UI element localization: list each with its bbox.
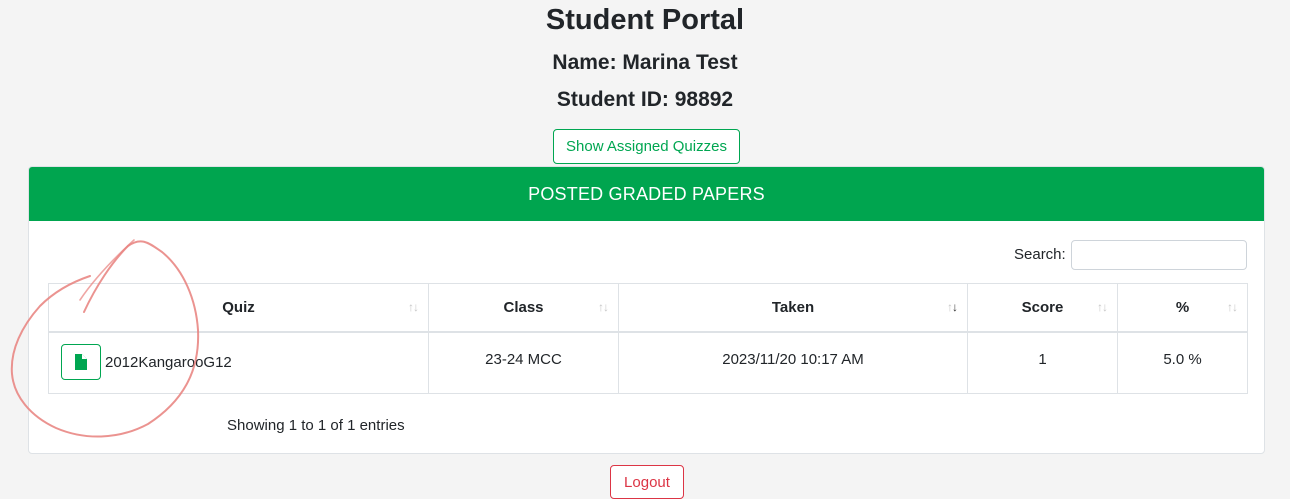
quiz-name: 2012KangarooG12 — [105, 353, 232, 371]
graded-papers-card: POSTED GRADED PAPERS Search: Quiz ↑↓ Cla… — [28, 166, 1265, 454]
column-header-label: % — [1175, 298, 1190, 316]
sort-arrows-icon: ↑↓ — [408, 300, 419, 315]
sort-arrows-icon: ↑↓ — [1097, 300, 1108, 315]
column-header-percent[interactable]: % ↑↓ — [1117, 283, 1248, 333]
search-input[interactable] — [1071, 240, 1247, 270]
class-cell: 23-24 MCC — [428, 331, 619, 394]
score-cell: 1 — [967, 331, 1118, 394]
page-title: Student Portal — [545, 4, 745, 36]
student-id: Student ID: 98892 — [556, 88, 734, 111]
sort-arrows-icon: ↑↓ — [598, 300, 609, 315]
column-header-label: Score — [1021, 298, 1064, 316]
card-header: POSTED GRADED PAPERS — [29, 167, 1264, 221]
column-header-taken[interactable]: Taken ↑↓ — [618, 283, 968, 333]
show-assigned-quizzes-button[interactable]: Show Assigned Quizzes — [553, 129, 740, 164]
table-header-row: Quiz ↑↓ Class ↑↓ Taken ↑↓ Score ↑↓ % ↑↓ — [48, 283, 1248, 333]
entries-info: Showing 1 to 1 of 1 entries — [227, 417, 405, 434]
sort-arrows-icon: ↑↓ — [1227, 300, 1238, 315]
table-row: 2012KangarooG12 23-24 MCC 2023/11/20 10:… — [48, 331, 1248, 394]
column-header-score[interactable]: Score ↑↓ — [967, 283, 1118, 333]
student-name: Name: Marina Test — [552, 51, 738, 74]
sort-desc-icon: ↑↓ — [947, 300, 958, 315]
file-icon — [75, 354, 87, 371]
logout-button[interactable]: Logout — [610, 465, 684, 499]
graded-papers-table: Quiz ↑↓ Class ↑↓ Taken ↑↓ Score ↑↓ % ↑↓ … — [48, 283, 1248, 394]
column-header-label: Quiz — [222, 298, 255, 316]
column-header-label: Class — [503, 298, 544, 316]
quiz-cell: 2012KangarooG12 — [48, 331, 429, 394]
search-label: Search: — [1014, 246, 1066, 263]
open-graded-paper-button[interactable] — [61, 344, 101, 381]
column-header-quiz[interactable]: Quiz ↑↓ — [48, 283, 429, 333]
column-header-class[interactable]: Class ↑↓ — [428, 283, 619, 333]
percent-cell: 5.0 % — [1117, 331, 1248, 394]
taken-cell: 2023/11/20 10:17 AM — [618, 331, 968, 394]
column-header-label: Taken — [771, 298, 815, 316]
